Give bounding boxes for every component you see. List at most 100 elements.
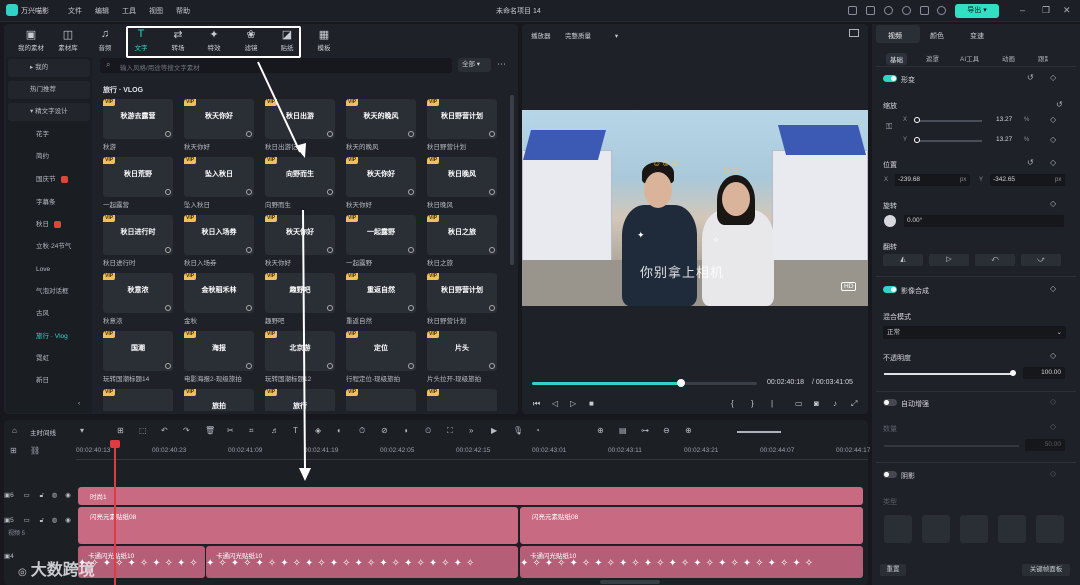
menu-view[interactable]: 视图 <box>149 6 176 16</box>
headset-icon[interactable] <box>902 6 911 15</box>
reset-button[interactable]: 重置 <box>880 564 906 576</box>
scale-y-slider[interactable] <box>914 140 982 142</box>
text-template-card[interactable]: VIP 海报 <box>184 331 254 371</box>
opacity-knob[interactable] <box>1010 370 1016 376</box>
sidebar-item-hot[interactable]: 热门推荐 <box>8 81 90 99</box>
download-icon[interactable] <box>489 305 495 311</box>
prev-frame-icon[interactable]: ⏮ <box>533 399 540 409</box>
download-icon[interactable] <box>165 189 171 195</box>
screen-icon[interactable] <box>848 6 857 15</box>
download-icon[interactable] <box>408 363 414 369</box>
position-x-input[interactable]: -239.68 <box>895 174 970 186</box>
home-icon[interactable]: ⌂ <box>12 426 17 435</box>
grid-scrollbar[interactable] <box>510 95 514 265</box>
text-template-card[interactable]: VIP 旅行 <box>265 389 335 411</box>
keyframe-icon[interactable]: ◇ <box>1050 199 1056 208</box>
mic-icon[interactable]: 🎙︎ <box>513 426 523 435</box>
snapshot-icon[interactable] <box>849 29 859 37</box>
download-icon[interactable] <box>246 363 252 369</box>
eye-icon[interactable]: ◉ <box>65 492 71 499</box>
track-clip[interactable]: 卡通闪光贴纸10 ✦✧✦✧✦✧✦✧✦✧ <box>78 546 205 578</box>
compositing-toggle[interactable] <box>883 286 897 293</box>
download-icon[interactable] <box>408 305 414 311</box>
tab-speed[interactable]: 变速 <box>970 31 984 41</box>
position-y-input[interactable]: -342.65 <box>990 174 1065 186</box>
zoom-out-icon[interactable]: ⊖ <box>663 426 670 435</box>
audio-icon[interactable]: ♬ <box>271 426 279 435</box>
volume-icon[interactable]: ♪ <box>833 399 837 408</box>
download-icon[interactable] <box>489 363 495 369</box>
voiceover-icon[interactable]: ◔ <box>535 426 540 435</box>
text-template-card[interactable]: VIP 秋游去露营 <box>103 99 173 139</box>
text-template-card[interactable]: VIP 秋日入场券 <box>184 215 254 255</box>
tab-audio[interactable]: ♫ 音频 <box>88 28 122 52</box>
reset-icon[interactable]: ↺ <box>1027 158 1034 167</box>
forward-icon[interactable]: » <box>469 426 473 435</box>
filter-dropdown[interactable]: 全部 ▾ <box>458 58 491 72</box>
sidebar-item-caption[interactable]: 字幕条 <box>6 194 92 212</box>
tab-color[interactable]: 颜色 <box>930 31 944 41</box>
download-icon[interactable] <box>327 189 333 195</box>
text-template-card[interactable]: VIP 坠入秋日 <box>184 157 254 197</box>
menu-file[interactable]: 文件 <box>68 6 95 16</box>
text-template-card[interactable]: VIP 秋日野营计划 <box>427 273 497 313</box>
menu-help[interactable]: 帮助 <box>176 6 203 16</box>
step-back-icon[interactable]: ◁ <box>552 399 558 408</box>
tab-library[interactable]: ◫ 素材库 <box>51 28 85 52</box>
track-clip[interactable]: 卡通闪光贴纸10 ✦✧✦✧✦✧✦✧✦✧✦✧✦✧✦✧✦✧✦✧✦✧ <box>206 546 518 578</box>
download-icon[interactable] <box>246 189 252 195</box>
minimize-icon[interactable]: – <box>1020 5 1025 15</box>
reset-icon[interactable]: ↺ <box>1027 73 1034 82</box>
download-icon[interactable] <box>165 363 171 369</box>
text-template-card[interactable]: VIP 秋日进行时 <box>103 215 173 255</box>
flip-horizontal-button[interactable]: ◭ <box>883 254 923 266</box>
transform-toggle[interactable] <box>883 75 897 82</box>
scale-y-value[interactable]: 13.27 <box>996 136 1012 143</box>
download-icon[interactable] <box>246 131 252 137</box>
mute-icon[interactable]: ◍ <box>52 517 58 524</box>
download-icon[interactable] <box>327 305 333 311</box>
scale-y-knob[interactable] <box>914 137 920 143</box>
add-track-icon[interactable]: ⊞ <box>10 446 17 455</box>
download-icon[interactable] <box>165 305 171 311</box>
download-icon[interactable] <box>489 131 495 137</box>
tab-my-media[interactable]: ▣ 我的素材 <box>14 28 48 52</box>
delete-icon[interactable]: 🗑︎ <box>205 426 215 435</box>
text-template-card[interactable]: VIP 秋日晚风 <box>427 157 497 197</box>
opacity-input[interactable]: 100.00 <box>1023 367 1065 379</box>
rotate-left-button[interactable]: ⤺ <box>975 254 1015 266</box>
track-clip[interactable]: 闪亮元素贴纸08 <box>78 507 518 544</box>
zoom-in-icon[interactable]: ⊕ <box>685 426 692 435</box>
timer-icon[interactable]: ⏲ <box>425 426 431 436</box>
subtab-ai[interactable]: AI工具 <box>960 53 979 63</box>
text-template-card[interactable]: VIP 秋日荒野 <box>103 157 173 197</box>
text-template-card[interactable]: VIP 向野而生 <box>265 157 335 197</box>
subtitle-icon[interactable]: ▤ <box>619 426 627 435</box>
track-clip[interactable]: 时尚1 <box>78 487 863 505</box>
download-icon[interactable] <box>165 131 171 137</box>
eye-icon[interactable]: ◉ <box>65 517 71 524</box>
ai-icon[interactable]: ◈ <box>315 426 321 435</box>
sidebar-item-neon[interactable]: 霓虹 <box>6 350 92 368</box>
keyframe-icon[interactable]: ◇ <box>1050 351 1056 360</box>
text-template-card[interactable]: VIP 秋日出游 <box>265 99 335 139</box>
reset-icon[interactable]: ↺ <box>1056 100 1063 109</box>
text-template-card[interactable]: VIP 秋天的晚风 <box>346 99 416 139</box>
link-icon[interactable]: ⛓ <box>30 446 40 455</box>
shadow-toggle[interactable] <box>883 471 897 478</box>
text-template-card[interactable]: VIP 旅拍 <box>184 389 254 411</box>
download-icon[interactable] <box>489 247 495 253</box>
text-template-card[interactable]: VIP 国潮 <box>103 331 173 371</box>
zoom-slider[interactable] <box>737 431 781 433</box>
text-template-card[interactable]: VIP 秋意浓 <box>103 273 173 313</box>
subtab-animation[interactable]: 动画 <box>1002 53 1015 63</box>
sidebar-item-new[interactable]: 新日 <box>6 372 92 390</box>
keyframe-icon[interactable]: ◇ <box>1050 73 1056 82</box>
close-icon[interactable]: ✕ <box>1063 5 1071 16</box>
text-template-card[interactable]: VIP 秋天你好 <box>265 215 335 255</box>
sidebar-item-huazi[interactable]: 花字 <box>6 126 92 144</box>
sidebar-item-mine[interactable]: ▸ 我的 <box>8 59 90 77</box>
palette-icon[interactable]: ◑ <box>403 426 408 435</box>
folder-icon[interactable]: ▭ <box>24 492 30 499</box>
fit-icon[interactable]: ⛶ <box>447 426 453 436</box>
